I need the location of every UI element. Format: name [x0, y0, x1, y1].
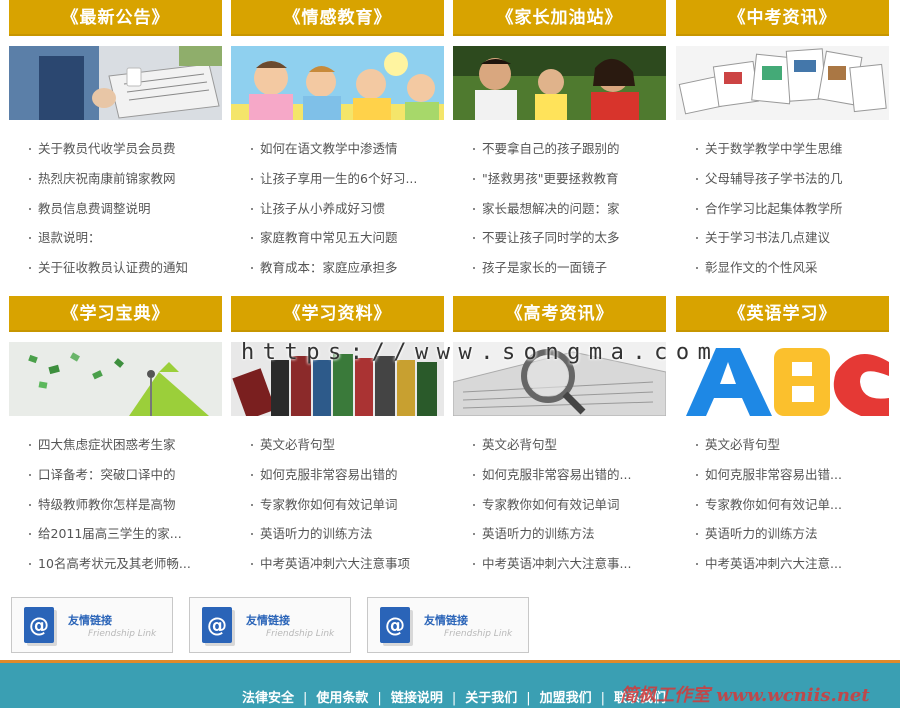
list-item[interactable]: 孩子是家长的一面镜子 [453, 253, 666, 283]
section-card: 《情感教育》 如何在语文教学中渗透情 让孩子享用一生的6个好习... 让孩子从小… [231, 0, 444, 283]
section-image[interactable] [676, 46, 889, 120]
list-item[interactable]: 关于学习书法几点建议 [676, 223, 889, 253]
list-item[interactable]: 教员信息费调整说明 [9, 194, 222, 224]
list-item[interactable]: 如何克服非常容易出错的... [453, 460, 666, 490]
section-title[interactable]: 《情感教育》 [231, 0, 444, 36]
section-card: 《英语学习》 英文必背句型 如何克服非常容易出错... 专家教你如何有效记单..… [676, 296, 889, 579]
article-list: 关于数学教学中学生思维 父母辅导孩子学书法的几 合作学习比起集体教学所 关于学习… [676, 134, 889, 283]
section-title[interactable]: 《英语学习》 [676, 296, 889, 332]
list-item[interactable]: 关于征收教员认证费的通知 [9, 253, 222, 283]
friend-link-title: 友情链接 [424, 614, 468, 627]
footer-separator: | [451, 691, 457, 706]
at-sign-icon: @ [380, 607, 410, 643]
at-sign-icon: @ [24, 607, 54, 643]
footer: 法律安全 | 使用条款 | 链接说明 | 关于我们 | 加盟我们 | 联系我们 简枫工作室 www.… [0, 660, 900, 708]
list-item[interactable]: 10名高考状元及其老师畅... [9, 549, 222, 579]
list-item[interactable]: 关于教员代收学员会员费 [9, 134, 222, 164]
list-item[interactable]: 家庭教育中常见五大问题 [231, 223, 444, 253]
article-list: 英文必背句型 如何克服非常容易出错... 专家教你如何有效记单... 英语听力的… [676, 430, 889, 579]
list-item[interactable]: 英语听力的训练方法 [231, 519, 444, 549]
footer-link[interactable]: 关于我们 [465, 691, 517, 706]
friend-link-title: 友情链接 [246, 614, 290, 627]
list-item[interactable]: 特级教师教你怎样是高物 [9, 490, 222, 520]
list-item[interactable]: 不要拿自己的孩子跟别的 [453, 134, 666, 164]
at-sign-icon: @ [202, 607, 232, 643]
footer-links: 法律安全 | 使用条款 | 链接说明 | 关于我们 | 加盟我们 | 联系我们 [242, 687, 666, 706]
list-item[interactable]: 给2011届高三学生的家... [9, 519, 222, 549]
list-item[interactable]: 不要让孩子同时学的太多 [453, 223, 666, 253]
section-card: 《中考资讯》 关于数学教学中学生思维 父母辅导孩子学书法的几 合作学习比起集体教… [676, 0, 889, 283]
list-item[interactable]: 家长最想解决的问题：家 [453, 194, 666, 224]
list-item[interactable]: 父母辅导孩子学书法的几 [676, 164, 889, 194]
list-item[interactable]: 口译备考：突破口译中的 [9, 460, 222, 490]
list-item[interactable]: 中考英语冲刺六大注意事项 [231, 549, 444, 579]
list-item[interactable]: 中考英语冲刺六大注意事... [453, 549, 666, 579]
list-item[interactable]: 英文必背句型 [676, 430, 889, 460]
list-item[interactable]: 教育成本：家庭应承担多 [231, 253, 444, 283]
article-list: 英文必背句型 如何克服非常容易出错的 专家教你如何有效记单词 英语听力的训练方法… [231, 430, 444, 579]
article-list: 四大焦虑症状困惑考生家 口译备考：突破口译中的 特级教师教你怎样是高物 给201… [9, 430, 222, 579]
list-item[interactable]: 专家教你如何有效记单词 [231, 490, 444, 520]
section-title[interactable]: 《学习资料》 [231, 296, 444, 332]
list-item[interactable]: 让孩子从小养成好习惯 [231, 194, 444, 224]
section-image[interactable] [9, 46, 222, 120]
list-item[interactable]: 彰显作文的个性风采 [676, 253, 889, 283]
section-image[interactable] [9, 342, 222, 416]
list-item[interactable]: 中考英语冲刺六大注意... [676, 549, 889, 579]
article-list: 英文必背句型 如何克服非常容易出错的... 专家教你如何有效记单词 英语听力的训… [453, 430, 666, 579]
footer-watermark: 简枫工作室 www.wcniis.net [620, 685, 870, 706]
list-item[interactable]: 英文必背句型 [231, 430, 444, 460]
list-item[interactable]: 英文必背句型 [453, 430, 666, 460]
section-card: 《学习资料》 英文必背句型 如何克服非常容易出错的 专家教你如何有效记单词 英语… [231, 296, 444, 579]
section-title[interactable]: 《学习宝典》 [9, 296, 222, 332]
site-watermark: https://www.songma.com [241, 340, 720, 365]
section-image[interactable] [231, 46, 444, 120]
friend-link-subtitle: Friendship Link [88, 629, 157, 639]
list-item[interactable]: 如何克服非常容易出错... [676, 460, 889, 490]
list-item[interactable]: 四大焦虑症状困惑考生家 [9, 430, 222, 460]
section-title[interactable]: 《最新公告》 [9, 0, 222, 36]
friendship-link-banner[interactable]: @ 友情链接 Friendship Link [367, 597, 529, 653]
article-list: 如何在语文教学中渗透情 让孩子享用一生的6个好习... 让孩子从小养成好习惯 家… [231, 134, 444, 283]
list-item[interactable]: 关于数学教学中学生思维 [676, 134, 889, 164]
friend-link-subtitle: Friendship Link [444, 629, 513, 639]
footer-separator: | [377, 691, 382, 706]
list-item[interactable]: 退款说明： [9, 223, 222, 253]
list-item[interactable]: 热烈庆祝南康前锦家教网 [9, 164, 222, 194]
friend-link-subtitle: Friendship Link [266, 629, 335, 639]
footer-link[interactable]: 法律安全 [242, 691, 294, 706]
friendship-link-banner[interactable]: @ 友情链接 Friendship Link [11, 597, 173, 653]
section-card: 《高考资讯》 英文必背句型 如何克服非常容易出错的... 专家教你如何有效记单词… [453, 296, 666, 579]
friendship-link-banner[interactable]: @ 友情链接 Friendship Link [189, 597, 351, 653]
list-item[interactable]: 英语听力的训练方法 [453, 519, 666, 549]
list-item[interactable]: "拯救男孩"更要拯救教育 [453, 164, 666, 194]
list-item[interactable]: 英语听力的训练方法 [676, 519, 889, 549]
footer-link[interactable]: 加盟我们 [540, 691, 592, 706]
section-card: 《家长加油站》 不要拿自己的孩子跟别的 "拯救男孩"更要拯救教育 家长最想解决的… [453, 0, 666, 283]
list-item[interactable]: 如何克服非常容易出错的 [231, 460, 444, 490]
footer-separator: | [526, 691, 531, 706]
footer-link[interactable]: 使用条款 [316, 691, 368, 706]
friend-link-title: 友情链接 [68, 614, 112, 627]
list-item[interactable]: 专家教你如何有效记单词 [453, 490, 666, 520]
section-title[interactable]: 《中考资讯》 [676, 0, 889, 36]
footer-separator: | [600, 691, 606, 706]
footer-link[interactable]: 链接说明 [391, 691, 443, 706]
footer-separator: | [303, 691, 308, 706]
article-list: 不要拿自己的孩子跟别的 "拯救男孩"更要拯救教育 家长最想解决的问题：家 不要让… [453, 134, 666, 283]
section-title[interactable]: 《家长加油站》 [453, 0, 666, 36]
list-item[interactable]: 合作学习比起集体教学所 [676, 194, 889, 224]
article-list: 关于教员代收学员会员费 热烈庆祝南康前锦家教网 教员信息费调整说明 退款说明： … [9, 134, 222, 283]
section-card: 《学习宝典》 四大焦虑症状困惑考生家 口译备考：突破口译中的 特级教师教你怎样是… [9, 296, 222, 579]
section-image[interactable] [453, 46, 666, 120]
list-item[interactable]: 如何在语文教学中渗透情 [231, 134, 444, 164]
section-card: 《最新公告》 关于教员代收学员会员费 热烈庆祝南康前锦家教网 教员信息费调整说明… [9, 0, 222, 283]
section-title[interactable]: 《高考资讯》 [453, 296, 666, 332]
list-item[interactable]: 专家教你如何有效记单... [676, 490, 889, 520]
list-item[interactable]: 让孩子享用一生的6个好习... [231, 164, 444, 194]
